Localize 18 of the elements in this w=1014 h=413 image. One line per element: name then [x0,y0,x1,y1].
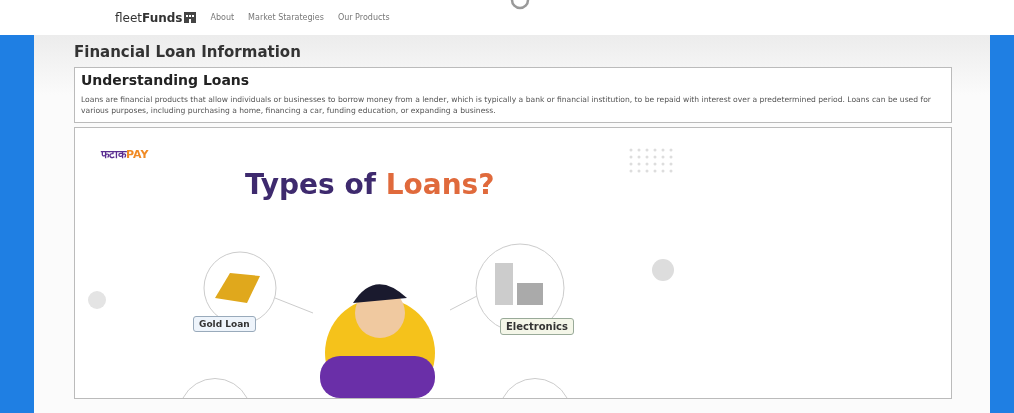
brand-logo[interactable]: fleetFunds [115,10,183,25]
partial-circle-drawing [182,378,248,398]
circle-decoration [88,291,106,309]
infographic-title: Types of Loans? [245,168,495,201]
loan-type-label: Gold Loan [193,316,256,332]
partial-circle-drawing [502,378,568,398]
brand-logo: फटाकPAY [101,147,149,161]
page-title: Financial Loan Information [74,43,302,61]
nav-link[interactable]: About [210,13,235,22]
building-icon [184,12,197,23]
circle-decoration [652,259,674,281]
dot-grid-icon [629,148,673,173]
nav-link[interactable]: Market Starategies [248,13,324,22]
loan-type-label: Electronics [500,318,574,335]
nav-link[interactable]: Our Products [337,13,390,22]
section-heading: Understanding Loans [81,72,251,88]
connector-line [274,297,314,314]
connector-line [449,295,478,311]
